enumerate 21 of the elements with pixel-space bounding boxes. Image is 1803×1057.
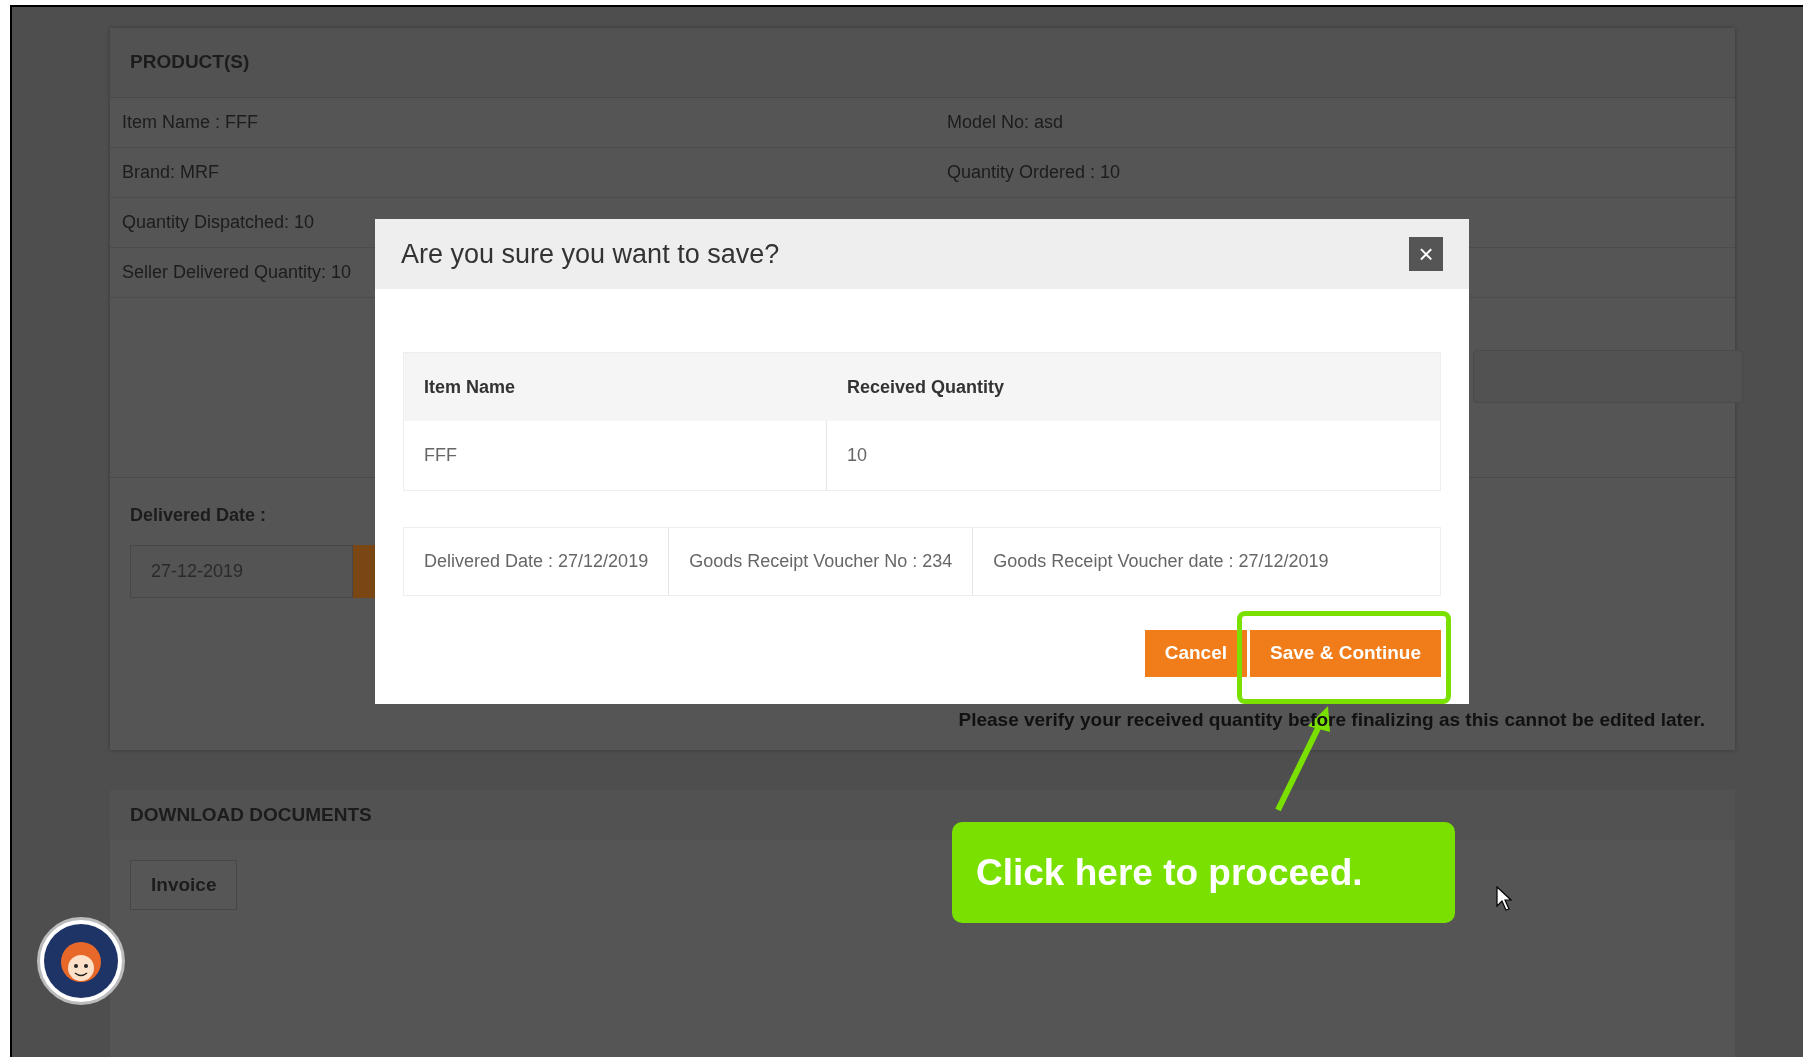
column-header: Received Quantity xyxy=(847,375,1005,399)
mouse-pointer-icon xyxy=(1496,886,1512,912)
detail-text: Goods Receipt Voucher No : 234 xyxy=(689,550,953,573)
field-text: Quantity Ordered : 10 xyxy=(947,161,1121,184)
field-text: Seller Delivered Quantity: 10 xyxy=(122,261,352,284)
save-continue-button[interactable]: Save & Continue xyxy=(1250,630,1441,677)
close-button[interactable]: × xyxy=(1409,237,1443,271)
callout-text: Click here to proceed. xyxy=(976,850,1363,895)
table-cell-text: 10 xyxy=(847,444,868,467)
field-label: Delivered Date : xyxy=(130,504,268,527)
cancel-button[interactable]: Cancel xyxy=(1144,630,1247,677)
field-text: Item Name : FFF xyxy=(122,111,258,134)
field-text: Quantity Dispatched: 10 xyxy=(122,211,315,234)
column-header: Item Name xyxy=(424,375,516,399)
field-text: Brand: MRF xyxy=(122,161,220,184)
detail-text: Goods Receipt Voucher date : 27/12/2019 xyxy=(993,550,1329,573)
field-text: Model No: asd xyxy=(947,111,1064,134)
detail-text: Delivered Date : 27/12/2019 xyxy=(424,550,649,573)
table-cell-text: FFF xyxy=(424,444,457,467)
invoice-button[interactable]: Invoice xyxy=(130,860,238,910)
dialog-title: Are you sure you want to save? xyxy=(401,237,780,271)
